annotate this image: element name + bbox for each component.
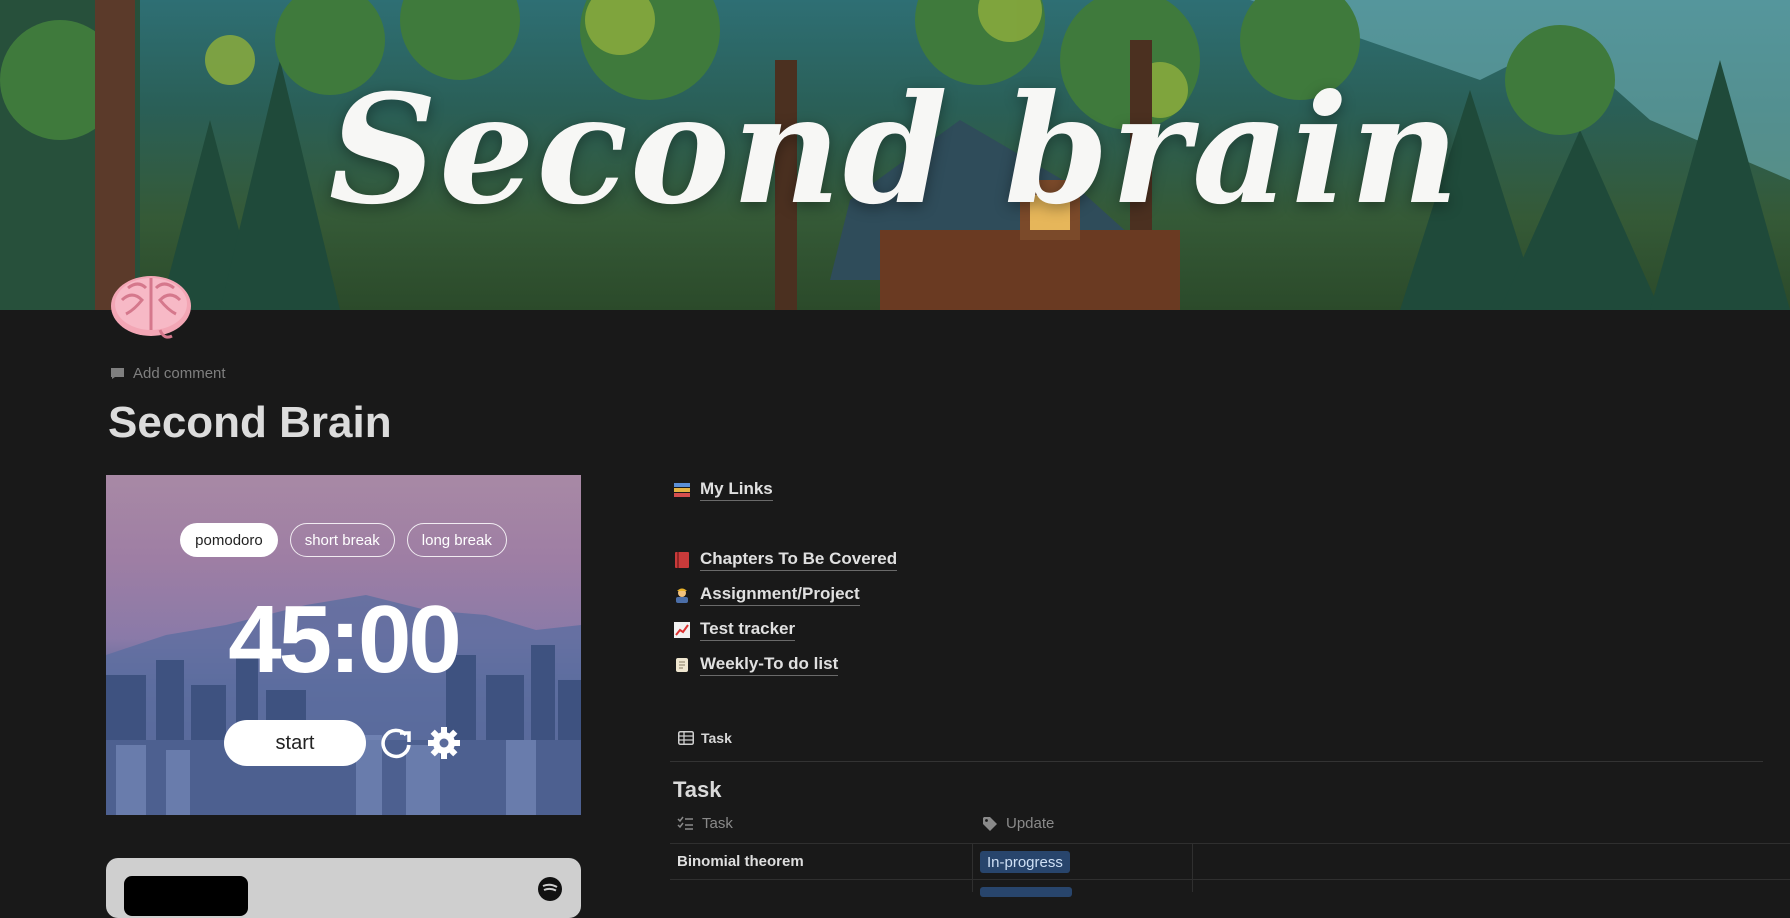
table-icon <box>678 731 694 745</box>
link-test-tracker[interactable]: Test tracker <box>673 619 796 641</box>
books-icon <box>674 483 690 497</box>
spotify-icon <box>538 877 562 901</box>
spotify-embed[interactable] <box>106 858 581 918</box>
comment-icon <box>111 368 124 379</box>
chart-up-icon <box>674 622 690 638</box>
link-my-links[interactable]: My Links <box>673 479 773 501</box>
red-book-icon <box>675 552 689 568</box>
database-view-tab[interactable]: Task <box>678 730 732 746</box>
add-comment-button[interactable]: Add comment <box>110 365 226 382</box>
link-label[interactable]: Test tracker <box>700 619 796 641</box>
database-view-label: Task <box>701 730 732 746</box>
status-badge[interactable] <box>980 887 1072 897</box>
column-label: Task <box>702 815 733 832</box>
link-assignment-project[interactable]: Assignment/Project <box>673 584 860 606</box>
add-comment-label: Add comment <box>133 365 226 382</box>
gear-icon[interactable] <box>426 725 462 761</box>
reset-icon[interactable] <box>378 725 414 761</box>
timer-display: 45:00 <box>228 586 462 693</box>
link-label[interactable]: Weekly-To do list <box>700 654 839 676</box>
page-title[interactable]: Second Brain <box>108 398 392 448</box>
tag-icon <box>983 816 997 831</box>
link-weekly-todo[interactable]: Weekly-To do list <box>673 654 839 676</box>
brain-icon[interactable] <box>108 270 194 342</box>
table-cell-task[interactable]: Binomial theorem <box>677 853 804 870</box>
database-title[interactable]: Task <box>673 777 722 803</box>
link-label[interactable]: My Links <box>700 479 773 501</box>
spotify-cover <box>124 876 248 916</box>
column-divider <box>1192 844 1193 892</box>
pomodoro-widget: pomodoro short break long break 45:00 st… <box>106 475 581 815</box>
start-button[interactable]: start <box>224 720 366 766</box>
column-header-update[interactable]: Update <box>982 815 1054 832</box>
tab-pomodoro[interactable]: pomodoro <box>180 523 278 557</box>
cover-banner: Second brain <box>0 0 1790 310</box>
column-header-task[interactable]: Task <box>677 815 733 832</box>
scroll-icon <box>676 658 688 672</box>
banner-title: Second brain <box>328 62 1462 238</box>
tab-long-break[interactable]: long break <box>406 523 507 557</box>
checklist-icon <box>677 816 693 830</box>
column-divider <box>972 844 973 892</box>
status-badge[interactable]: In-progress <box>980 851 1070 873</box>
link-chapters[interactable]: Chapters To Be Covered <box>673 549 898 571</box>
row-divider <box>670 879 1790 880</box>
tab-short-break[interactable]: short break <box>289 523 395 557</box>
link-label[interactable]: Chapters To Be Covered <box>700 549 898 571</box>
worker-icon <box>676 588 688 603</box>
link-label[interactable]: Assignment/Project <box>700 584 860 606</box>
divider <box>670 761 1763 762</box>
column-label: Update <box>1006 815 1055 832</box>
header-divider <box>670 843 1790 844</box>
